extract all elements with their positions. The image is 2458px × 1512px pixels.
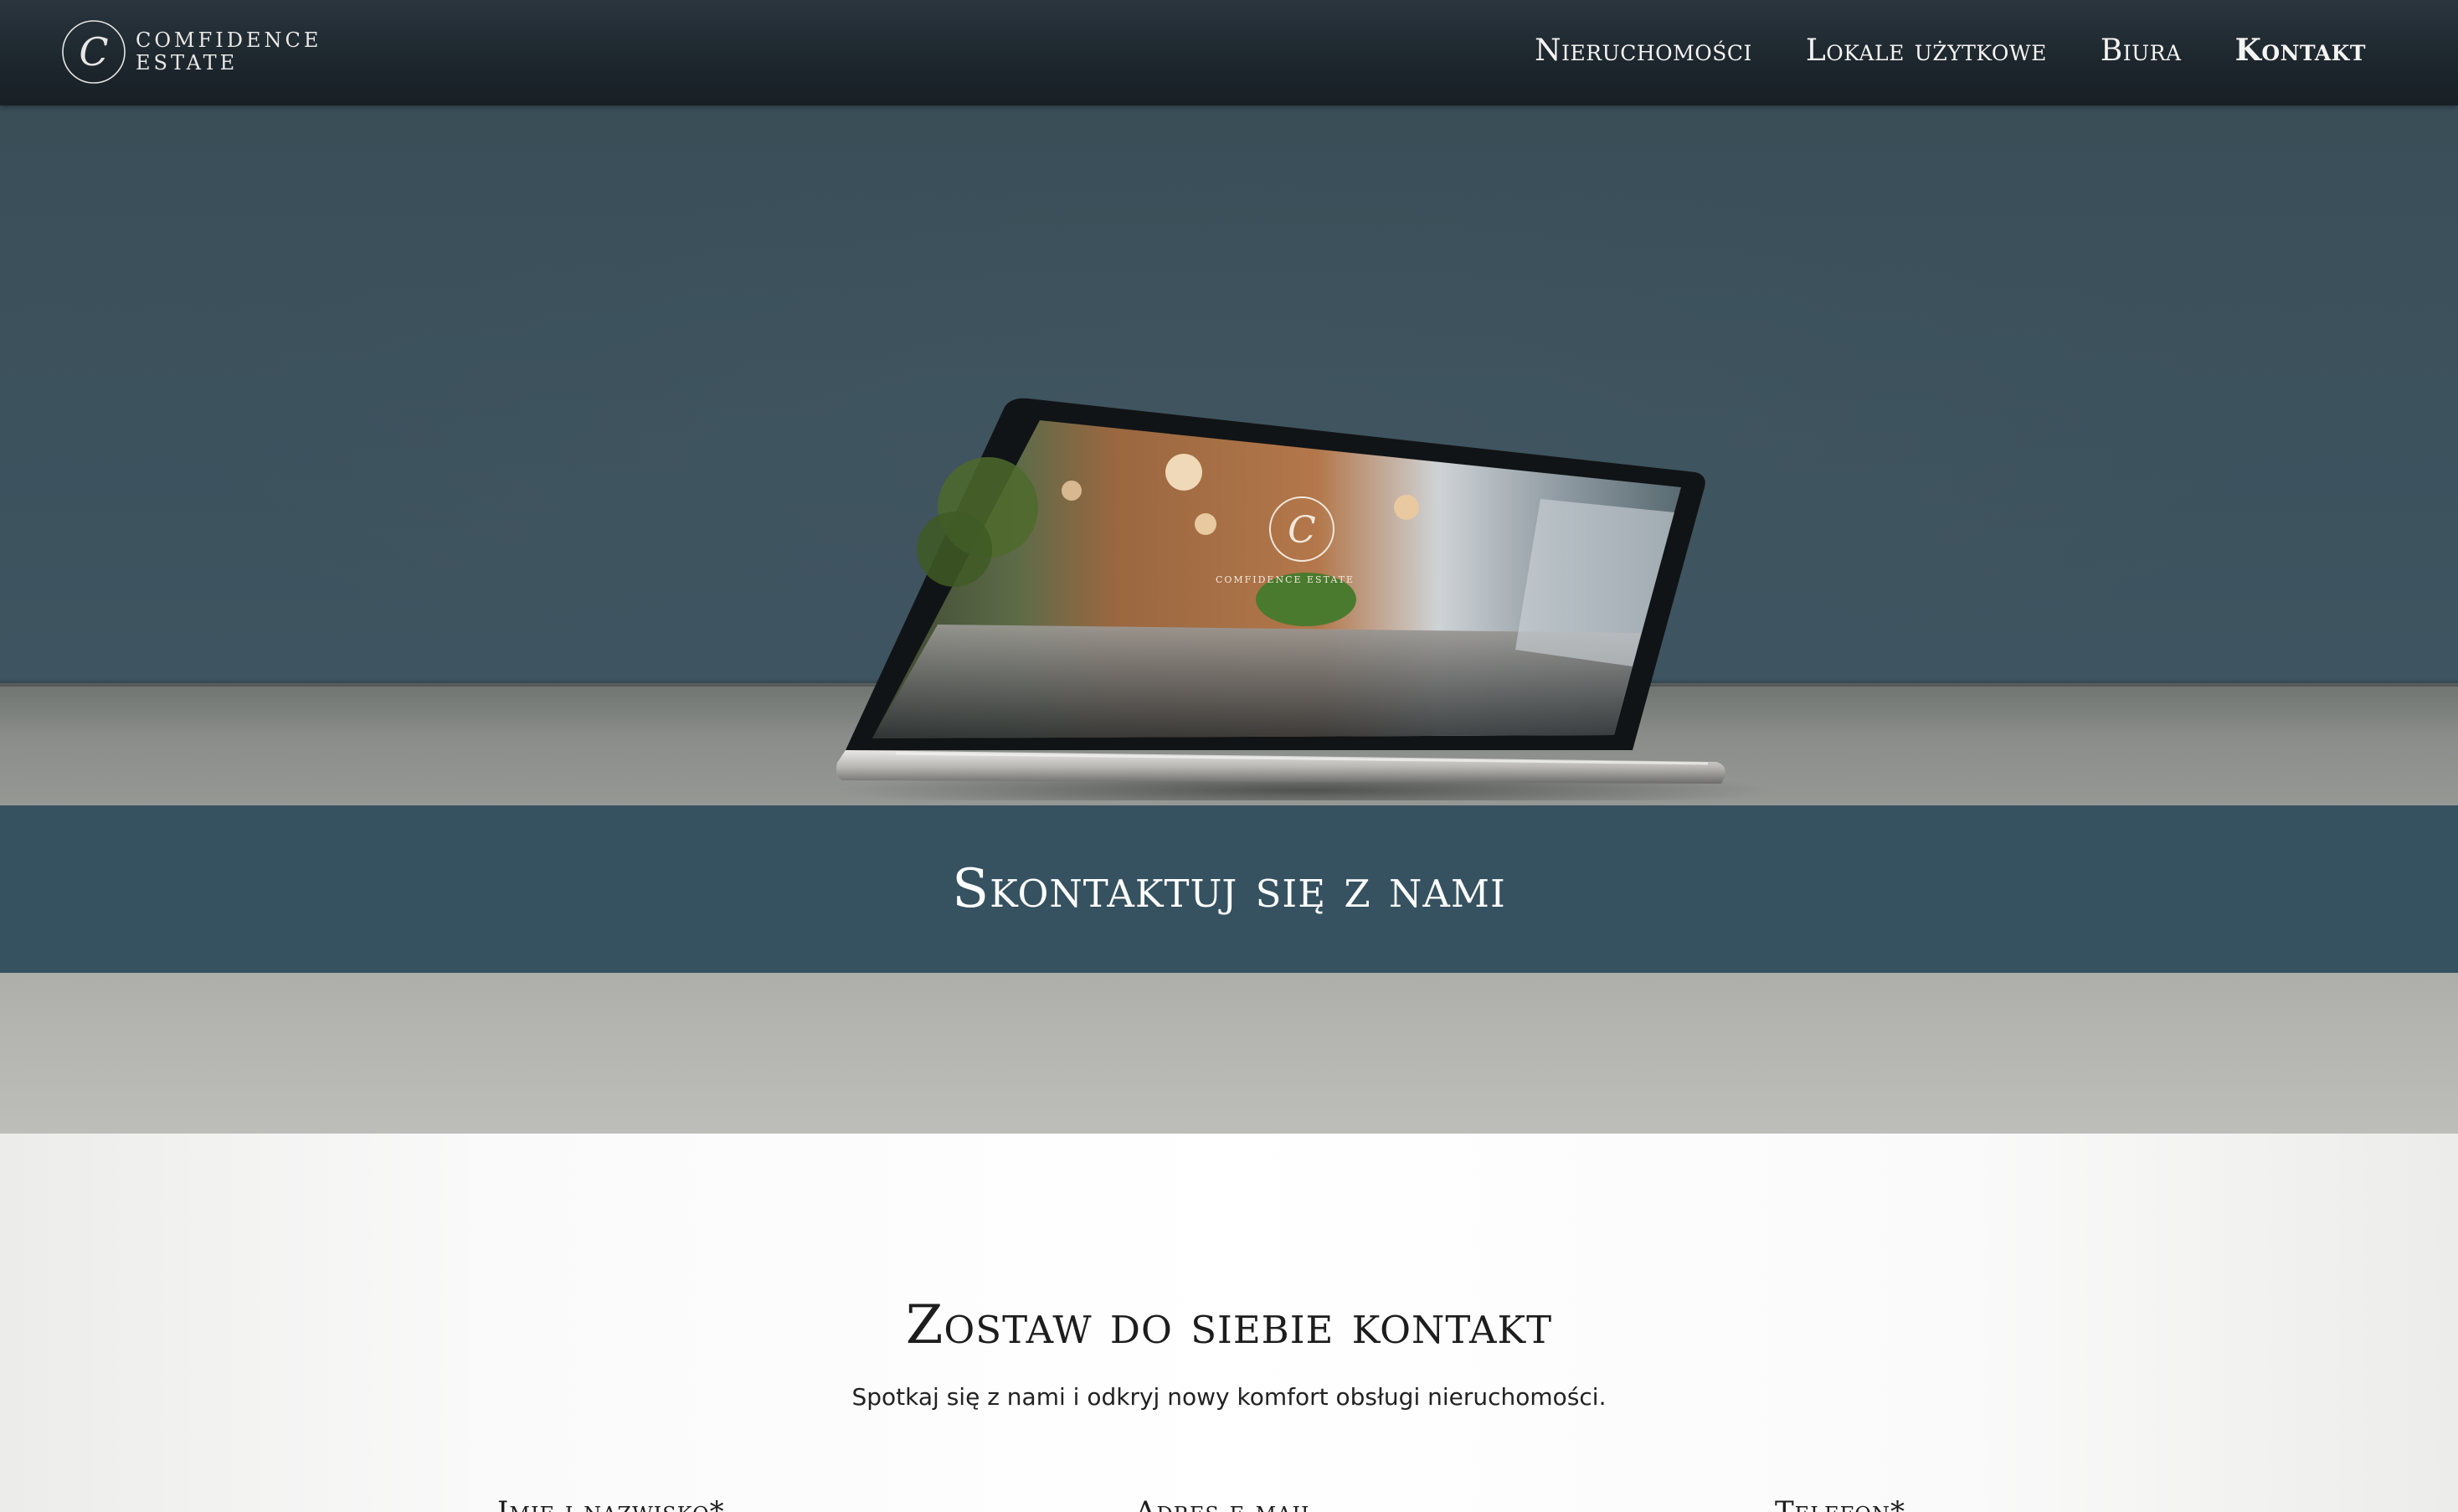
- hero-banner: Skontaktuj się z nami: [0, 805, 2458, 973]
- contact-section: Zostaw do siebie kontakt Spotkaj się z n…: [0, 1134, 2458, 1512]
- nav-item-nieruchomosci[interactable]: Nieruchomości: [1535, 33, 1752, 68]
- name-field-label: Imię i nazwisko*: [497, 1495, 725, 1512]
- brand-line-1: COMFIDENCE: [136, 28, 322, 52]
- hero-section: C COMFIDENCE ESTATE Skontaktuj się z nam…: [0, 105, 2458, 1134]
- brand-wordmark: COMFIDENCE ESTATE: [136, 29, 321, 75]
- brand-logo[interactable]: C COMFIDENCE ESTATE: [60, 18, 321, 85]
- screen-logo-text: COMFIDENCE ESTATE: [1216, 574, 1355, 585]
- svg-text:C: C: [79, 29, 108, 75]
- banner-title: Skontaktuj się z nami: [952, 858, 1506, 920]
- contact-title: Zostaw do siebie kontakt: [905, 1294, 1553, 1356]
- brand-line-2: ESTATE: [136, 51, 239, 75]
- main-nav: Nieruchomości Lokale użytkowe Biura Kont…: [1535, 0, 2366, 100]
- email-field-label: Adres e-mail: [1135, 1495, 1315, 1512]
- phone-field-label: Telefon*: [1775, 1495, 1905, 1512]
- site-header: C COMFIDENCE ESTATE Nieruchomości Lokale…: [0, 0, 2458, 105]
- logo-c-icon: C: [62, 20, 126, 84]
- nav-item-lokale[interactable]: Lokale użytkowe: [1806, 33, 2047, 68]
- nav-item-kontakt[interactable]: Kontakt: [2235, 33, 2366, 68]
- nav-item-biura[interactable]: Biura: [2101, 33, 2182, 68]
- contact-subtitle: Spotkaj się z nami i odkryj nowy komfort…: [851, 1383, 1607, 1411]
- laptop-image: C COMFIDENCE ESTATE: [836, 398, 1775, 800]
- svg-text:C: C: [1288, 509, 1316, 552]
